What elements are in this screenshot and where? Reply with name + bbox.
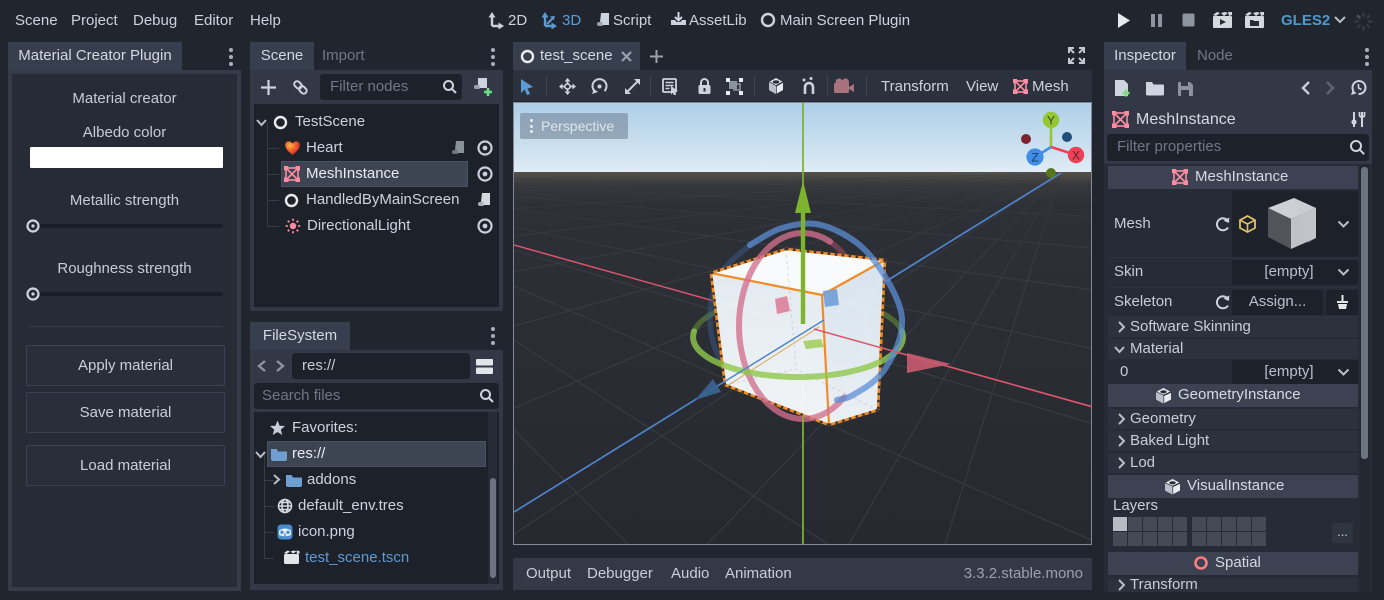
svg-text:X: X — [1072, 149, 1080, 163]
svg-text:Z: Z — [1031, 151, 1038, 165]
svg-text:Y: Y — [1047, 114, 1055, 128]
